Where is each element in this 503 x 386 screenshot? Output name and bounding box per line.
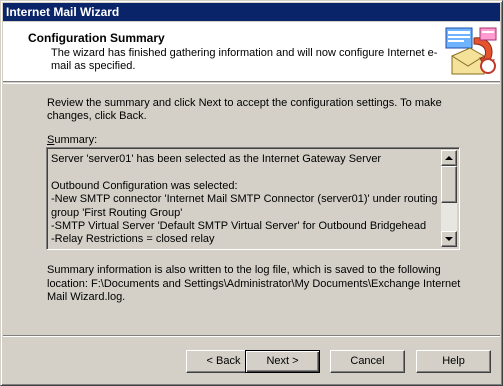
log-info-text: Summary information is also written to t…	[47, 264, 461, 303]
back-button-label: < Back	[206, 355, 241, 367]
mail-wizard-icon	[444, 26, 498, 80]
intro-text: Review the summary and click Next to acc…	[47, 97, 442, 122]
scroll-down-button[interactable]	[441, 231, 457, 247]
help-button[interactable]: Help	[416, 350, 491, 373]
window-title: Internet Mail Wizard	[6, 5, 120, 19]
scroll-thumb[interactable]	[441, 166, 457, 203]
help-button-label: Help	[442, 355, 465, 367]
summary-label-rest: ummary:	[54, 134, 98, 146]
scroll-up-button[interactable]	[441, 150, 457, 166]
page-title: Configuration Summary	[28, 31, 165, 45]
cancel-button-label: Cancel	[350, 355, 385, 367]
summary-textbox[interactable]: Server 'server01' has been selected as t…	[46, 147, 460, 250]
arrow-down-icon	[445, 237, 453, 241]
wizard-header: Configuration Summary The wizard has fin…	[3, 22, 500, 82]
next-button-label: Next >	[266, 355, 299, 367]
page-description: The wizard has finished gathering inform…	[51, 47, 438, 72]
title-bar[interactable]: Internet Mail Wizard	[3, 3, 500, 21]
header-divider	[3, 83, 500, 84]
cancel-button[interactable]: Cancel	[330, 350, 405, 373]
summary-label: Summary:	[47, 134, 97, 147]
summary-text: Server 'server01' has been selected as t…	[51, 153, 438, 246]
wizard-window: Internet Mail Wizard Configuration Summa…	[0, 0, 503, 386]
arrow-up-icon	[445, 156, 453, 160]
summary-scrollbar[interactable]	[441, 150, 457, 247]
next-button[interactable]: Next >	[245, 350, 320, 373]
footer-divider	[3, 335, 500, 337]
